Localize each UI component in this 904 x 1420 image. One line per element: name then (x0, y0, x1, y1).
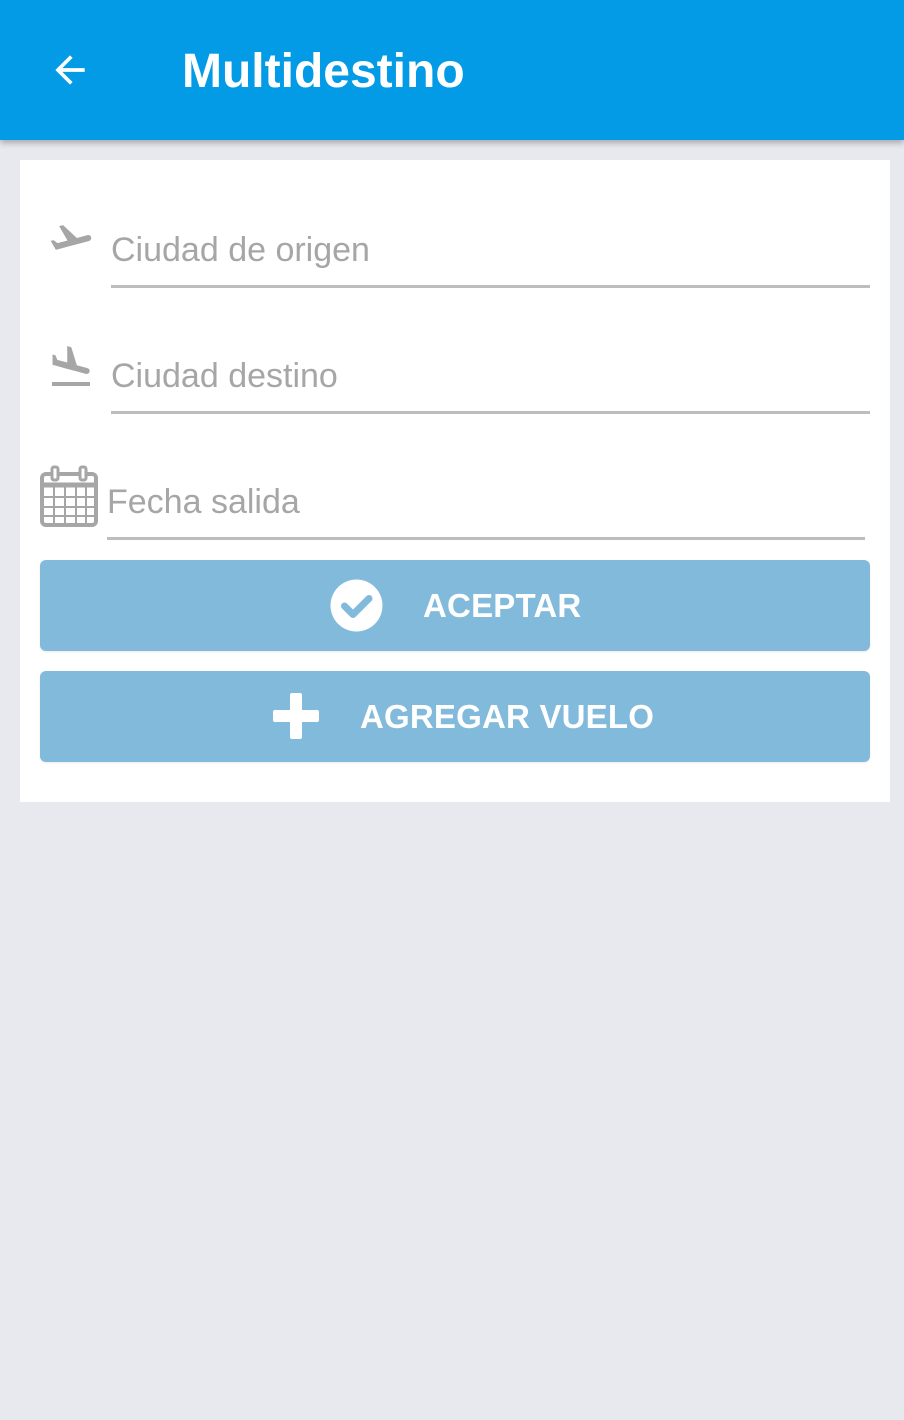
plane-arrival-icon (52, 346, 90, 386)
check-circle-icon (330, 579, 383, 632)
departure-date-input[interactable] (107, 468, 865, 540)
accept-button-label: ACEPTAR (423, 587, 582, 624)
page-title: Multidestino (182, 45, 465, 98)
add-flight-button[interactable]: AGREGAR VUELO (40, 671, 870, 762)
plus-icon (273, 693, 319, 739)
multidestination-form-card: ACEPTAR AGREGAR VUELO (20, 160, 890, 802)
add-flight-button-label: AGREGAR VUELO (360, 698, 655, 735)
calendar-icon (40, 465, 98, 527)
plane-departure-icon (50, 225, 92, 250)
back-button[interactable] (36, 36, 104, 104)
destination-city-input[interactable] (111, 342, 870, 414)
accept-button[interactable]: ACEPTAR (40, 560, 870, 651)
app-bar: Multidestino (0, 0, 904, 140)
origin-city-input[interactable] (111, 216, 870, 288)
arrow-back-icon (55, 55, 85, 85)
